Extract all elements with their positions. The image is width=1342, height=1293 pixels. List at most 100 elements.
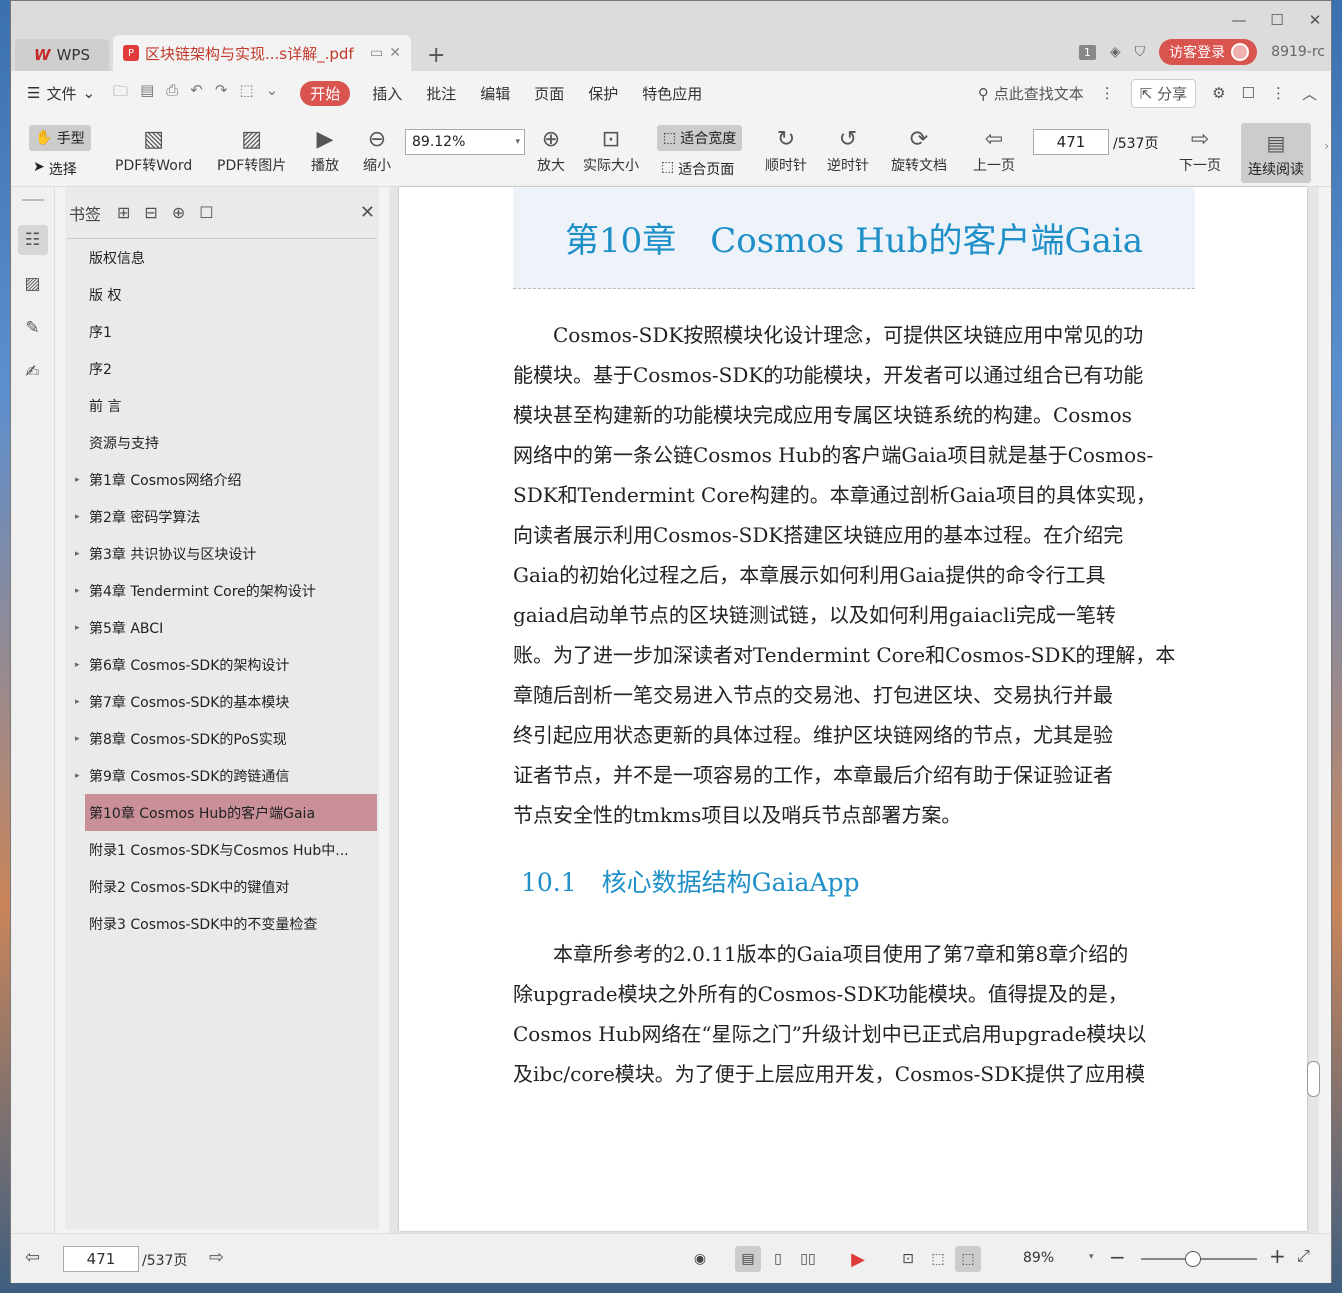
zoom-minus-icon[interactable]: −: [1109, 1245, 1126, 1269]
scrollbar-thumb[interactable]: [1307, 1061, 1320, 1097]
fit-width-icon[interactable]: ⬚: [955, 1246, 981, 1272]
bookmark-item[interactable]: 版 权: [65, 276, 379, 313]
bookmark-item[interactable]: 序2: [65, 350, 379, 387]
minimize-icon[interactable]: —: [1231, 11, 1247, 29]
zoom-in-button[interactable]: ⊕ 放大: [537, 123, 565, 175]
expand-all-icon[interactable]: ⊞: [117, 203, 130, 222]
fit-page-button[interactable]: ⬚ 适合页面: [661, 159, 734, 179]
comment-icon[interactable]: ☐: [1242, 84, 1255, 102]
chevron-down-icon[interactable]: ▾: [1089, 1252, 1094, 1262]
pdf-to-image-button[interactable]: ▨ PDF转图片: [217, 123, 286, 175]
continuous-read-button[interactable]: ▤ 连续阅读: [1241, 123, 1311, 183]
bookmark-item[interactable]: ▸ 第5章 ABCI: [65, 609, 379, 646]
tab-start[interactable]: 开始: [300, 80, 351, 106]
caret-right-icon[interactable]: ▸: [75, 771, 80, 781]
print-icon[interactable]: ⎙: [166, 81, 178, 106]
more-options-icon[interactable]: ⋮: [1271, 84, 1286, 102]
document-viewport[interactable]: 第10章 Cosmos Hub的客户端Gaia Cosmos-SDK按照模块化设…: [389, 187, 1319, 1233]
status-next-page-icon[interactable]: ⇨: [209, 1247, 224, 1268]
save-icon[interactable]: ▤: [140, 81, 154, 106]
status-page-input[interactable]: 471: [63, 1246, 139, 1272]
wps-home-tab[interactable]: W WPS: [15, 39, 109, 71]
window-count-badge[interactable]: 1: [1078, 44, 1096, 60]
bookmark-item[interactable]: 附录2 Cosmos-SDK中的键值对: [65, 868, 379, 905]
fullscreen-icon[interactable]: ⤢: [1297, 1246, 1310, 1266]
caret-right-icon[interactable]: ▸: [75, 660, 80, 670]
close-tab-icon[interactable]: ✕: [389, 45, 401, 61]
caret-right-icon[interactable]: ▸: [75, 734, 80, 744]
bookmark-item[interactable]: 资源与支持: [65, 424, 379, 461]
caret-right-icon[interactable]: ▸: [75, 475, 80, 485]
export-icon[interactable]: ⬚: [239, 81, 253, 106]
pdf-to-word-button[interactable]: ▧ PDF转Word: [115, 123, 192, 175]
collapse-ribbon-icon[interactable]: ︿: [1302, 83, 1317, 104]
caret-right-icon[interactable]: ▸: [75, 697, 80, 707]
actual-size-icon[interactable]: ⊡: [895, 1246, 921, 1272]
bookmark-item[interactable]: ▸ 第1章 Cosmos网络介绍: [65, 461, 379, 498]
bookmark-item[interactable]: ▸ 第3章 共识协议与区块设计: [65, 535, 379, 572]
caret-right-icon[interactable]: ▸: [75, 623, 80, 633]
zoom-slider[interactable]: [1141, 1251, 1257, 1267]
close-panel-icon[interactable]: ✕: [360, 202, 375, 223]
bookmark-item[interactable]: 前 言: [65, 387, 379, 424]
previous-page-button[interactable]: ⇦ 上一页: [973, 123, 1015, 175]
maximize-icon[interactable]: ☐: [1269, 11, 1285, 29]
bookmark-item[interactable]: ▸ 第2章 密码学算法: [65, 498, 379, 535]
tab-annotate[interactable]: 批注: [426, 83, 456, 104]
next-page-button[interactable]: ⇨ 下一页: [1179, 123, 1221, 175]
share-button[interactable]: ⇱ 分享: [1130, 78, 1197, 108]
select-tool-button[interactable]: ➤ 选择: [33, 159, 77, 179]
caret-right-icon[interactable]: ▸: [75, 549, 80, 559]
actual-size-button[interactable]: ⊡ 实际大小: [583, 123, 639, 175]
tab-edit[interactable]: 编辑: [480, 83, 510, 104]
play-button[interactable]: ▶ 播放: [311, 123, 339, 175]
search-text-button[interactable]: ⚲ 点此查找文本: [978, 83, 1084, 104]
bookmark-item[interactable]: 序1: [65, 313, 379, 350]
bookmark-item[interactable]: ▸ 第4章 Tendermint Core的架构设计: [65, 572, 379, 609]
bookmark-settings-icon[interactable]: ☐: [199, 203, 213, 222]
close-window-icon[interactable]: ✕: [1307, 11, 1323, 29]
collapse-all-icon[interactable]: ⊟: [144, 203, 157, 222]
zoom-plus-icon[interactable]: +: [1269, 1244, 1286, 1268]
bookmark-item[interactable]: ▸ 第8章 Cosmos-SDK的PoS实现: [65, 720, 379, 757]
new-tab-button[interactable]: +: [427, 39, 445, 71]
two-page-view-icon[interactable]: ▯▯: [795, 1246, 821, 1272]
status-zoom-value[interactable]: 89%: [1023, 1250, 1054, 1266]
rotate-document-button[interactable]: ⟳ 旋转文档: [891, 123, 947, 175]
redo-icon[interactable]: ↷: [215, 81, 228, 106]
page-number-input[interactable]: 471: [1033, 129, 1109, 155]
gear-icon[interactable]: ⚙: [1212, 84, 1225, 102]
tab-page[interactable]: 页面: [534, 83, 564, 104]
ribbon-scroll-right-icon[interactable]: ›: [1324, 139, 1329, 153]
document-tab[interactable]: P 区块链架构与实现...s详解_.pdf ▭ ✕: [113, 35, 411, 71]
status-prev-page-icon[interactable]: ⇦: [25, 1247, 40, 1268]
bookmark-item[interactable]: ▸ 第6章 Cosmos-SDK的架构设计: [65, 646, 379, 683]
hand-tool-button[interactable]: ✋ 手型: [29, 125, 91, 151]
caret-right-icon[interactable]: ▸: [75, 512, 80, 522]
bookmark-item[interactable]: 版权信息: [65, 239, 379, 276]
tab-protect[interactable]: 保护: [588, 83, 618, 104]
bookmark-item[interactable]: ▸ 第9章 Cosmos-SDK的跨链通信: [65, 757, 379, 794]
tab-insert[interactable]: 插入: [372, 83, 402, 104]
rotate-clockwise-button[interactable]: ↻ 顺时针: [765, 123, 807, 175]
single-page-view-icon[interactable]: ▯: [765, 1246, 791, 1272]
guest-login-button[interactable]: 访客登录: [1159, 39, 1258, 65]
signature-panel-icon[interactable]: ✍: [18, 357, 48, 387]
rotate-counterclockwise-button[interactable]: ↺ 逆时针: [827, 123, 869, 175]
fit-page-icon[interactable]: ⬚: [925, 1246, 951, 1272]
fit-width-button[interactable]: ⬚ 适合宽度: [657, 125, 743, 151]
zoom-select[interactable]: 89.12% ▾: [405, 129, 525, 155]
play-icon[interactable]: ▶: [845, 1246, 871, 1272]
skin-icon[interactable]: ◈: [1110, 44, 1121, 60]
more-vertical-icon[interactable]: ⋮: [1100, 84, 1115, 102]
thumbnails-panel-icon[interactable]: ▨: [18, 269, 48, 299]
open-folder-icon[interactable]: 🗀: [113, 81, 128, 106]
annotations-panel-icon[interactable]: ✎: [18, 313, 48, 343]
file-menu[interactable]: ☰ 文件 ⌄: [27, 83, 95, 104]
vertical-scrollbar[interactable]: [1307, 187, 1321, 1233]
bookmark-item[interactable]: 附录3 Cosmos-SDK中的不变量检查: [65, 905, 379, 942]
bookmark-item[interactable]: ▸ 第7章 Cosmos-SDK的基本模块: [65, 683, 379, 720]
bookmarks-panel-icon[interactable]: ☷: [17, 225, 48, 255]
caret-right-icon[interactable]: ▸: [75, 586, 80, 596]
monitor-icon[interactable]: ▭: [370, 45, 383, 61]
